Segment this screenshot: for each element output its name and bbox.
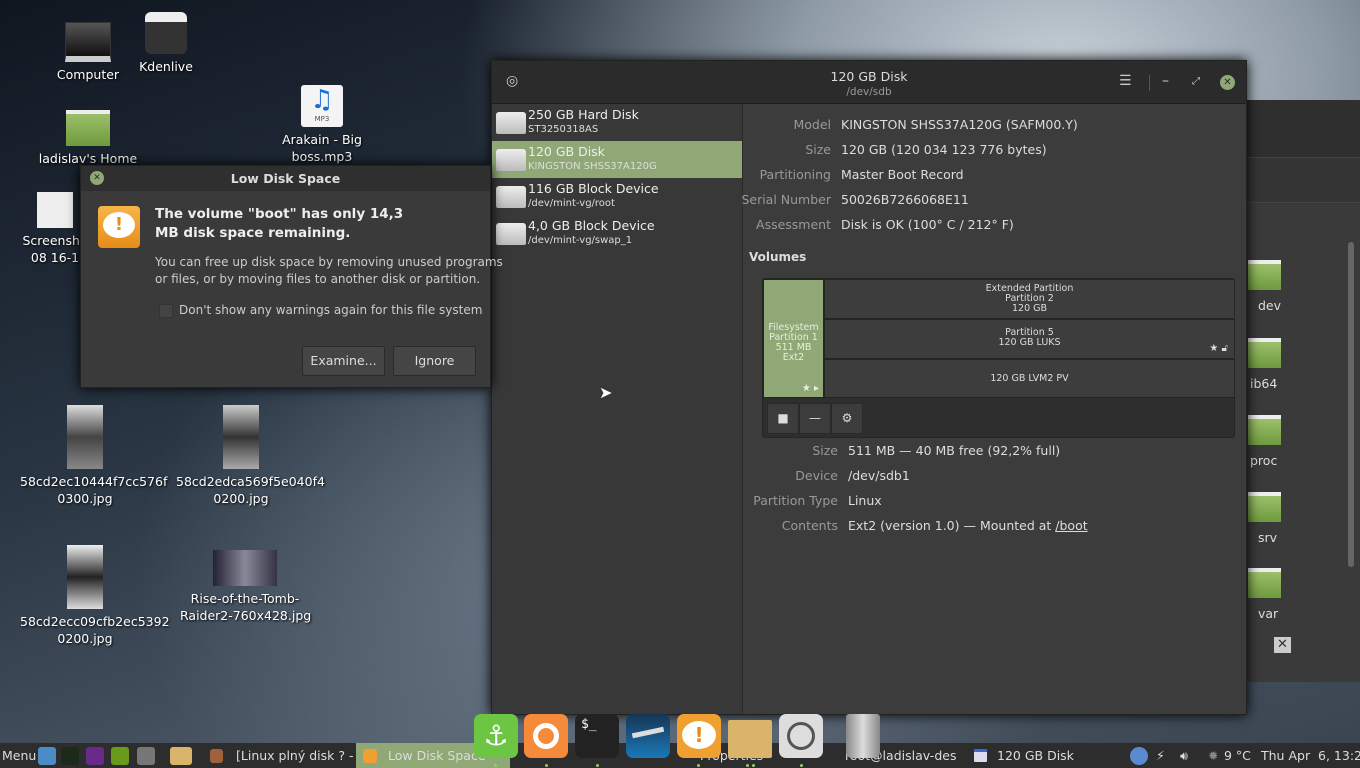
- disks-window[interactable]: ◎ 120 GB Disk /dev/sdb ☰ – ⤢ ✕ 250 GB Ha…: [491, 60, 1247, 715]
- screenshot-thumbnail: [37, 192, 73, 228]
- folder-label[interactable]: proc: [1250, 453, 1277, 468]
- firefox-icon[interactable]: [524, 714, 568, 758]
- partition-1[interactable]: Filesystem Partition 1 511 MB Ext2 ★ ▸: [763, 279, 824, 398]
- volumes-heading: Volumes: [749, 250, 807, 264]
- menu-icon[interactable]: ☰: [1119, 73, 1132, 89]
- browser-window-icon: [210, 749, 223, 763]
- home-folder-icon: [66, 110, 110, 146]
- files-launcher-icon[interactable]: [170, 747, 192, 765]
- scrollbar[interactable]: [1348, 242, 1354, 567]
- mp3-file-icon: ♫ MP3: [301, 85, 343, 127]
- dont-show-label[interactable]: Don't show any warnings again for this f…: [179, 303, 482, 317]
- mount-point-link[interactable]: /boot: [1055, 518, 1087, 533]
- volume-icon[interactable]: 🔊︎: [1180, 743, 1188, 768]
- image-thumbnail: [67, 405, 103, 469]
- window-title: 120 GB Disk: [830, 69, 908, 84]
- dialog-title: Low Disk Space: [230, 171, 341, 186]
- folder-icon[interactable]: [728, 720, 772, 758]
- archive-icon[interactable]: [137, 747, 155, 765]
- desktop-icon-mp3[interactable]: ♫ MP3 Arakain - Big boss.mp3: [257, 85, 387, 165]
- dialog-heading: The volume "boot" has only 14,3 MB disk …: [155, 206, 404, 241]
- folder-icon[interactable]: [1248, 338, 1281, 368]
- low-disk-space-dialog[interactable]: ✕ Low Disk Space ! The volume "boot" has …: [80, 165, 503, 388]
- disks-headerbar: ◎ 120 GB Disk /dev/sdb ☰ – ⤢ ✕: [492, 61, 1246, 104]
- warning-icon: !: [98, 206, 140, 248]
- star-icon: ★ ▸: [801, 383, 819, 394]
- device-item[interactable]: 250 GB Hard Disk ST3250318AS: [492, 104, 742, 141]
- block-device-icon: [496, 223, 526, 245]
- device-list[interactable]: 250 GB Hard Disk ST3250318AS 120 GB Disk K…: [492, 104, 743, 714]
- unmount-button[interactable]: ■: [767, 403, 799, 434]
- disks-app-icon[interactable]: [779, 714, 823, 758]
- folder-label[interactable]: var: [1258, 606, 1278, 621]
- window-subtitle: /dev/sdb: [846, 86, 892, 98]
- image-thumbnail: [223, 405, 259, 469]
- weather-icon[interactable]: ✹: [1208, 743, 1218, 768]
- update-manager-icon[interactable]: [111, 747, 129, 765]
- warning-icon: [363, 749, 377, 763]
- cursor-pointer: ➤: [599, 383, 613, 402]
- shield-icon[interactable]: [1130, 747, 1148, 765]
- device-item[interactable]: 4,0 GB Block Device/dev/mint-vg/swap_1: [492, 215, 742, 252]
- clapperboard-icon: [145, 12, 187, 54]
- file-manager-toolbar: [1246, 158, 1360, 203]
- device-item-selected[interactable]: 120 GB Disk KINGSTON SHSS37A120G: [492, 141, 742, 178]
- download-icon[interactable]: [38, 747, 56, 765]
- folder-label[interactable]: ib64: [1250, 376, 1277, 391]
- disks-window-icon: [974, 749, 987, 762]
- hard-disk-icon: [496, 112, 526, 134]
- taskbar-item-browser[interactable]: [Linux plný disk ? -...: [236, 743, 354, 768]
- trash-icon[interactable]: [846, 714, 880, 758]
- volumes-map[interactable]: Filesystem Partition 1 511 MB Ext2 ★ ▸ Exte…: [762, 278, 1235, 438]
- close-icon[interactable]: ✕: [1274, 637, 1291, 653]
- device-item[interactable]: 116 GB Block Device/dev/mint-vg/root: [492, 178, 742, 215]
- menu-button[interactable]: Menu: [2, 743, 36, 768]
- taskbar-item-disks[interactable]: 120 GB Disk: [997, 743, 1074, 768]
- folder-label[interactable]: srv: [1258, 530, 1277, 545]
- lvm-volume[interactable]: 120 GB LVM2 PV: [824, 359, 1235, 398]
- delete-partition-button[interactable]: —: [799, 403, 831, 434]
- dialog-body: You can free up disk space by removing u…: [155, 255, 503, 286]
- maximize-button[interactable]: ⤢: [1192, 76, 1200, 87]
- desktop-icon-image[interactable]: 58cd2ecc09cfb2ec5392 0200.jpg: [20, 545, 170, 647]
- network-icon[interactable]: ⚡︎: [1156, 743, 1165, 768]
- terminal-icon[interactable]: $_: [575, 714, 619, 758]
- image-thumbnail: [67, 545, 103, 609]
- settings-gear-button[interactable]: ⚙: [831, 403, 863, 434]
- folder-icon[interactable]: [1248, 415, 1281, 445]
- terminal-launcher-icon[interactable]: [86, 747, 104, 765]
- hard-disk-icon: [496, 149, 526, 171]
- close-button[interactable]: ✕: [90, 171, 104, 185]
- desktop-icon-image[interactable]: 58cd2edca569f5e040f4 0200.jpg: [176, 405, 325, 507]
- low-disk-warning-icon[interactable]: !: [677, 714, 721, 758]
- folder-icon[interactable]: [1248, 492, 1281, 522]
- folder-icon[interactable]: [1248, 568, 1281, 598]
- desktop-icon-image[interactable]: 58cd2ec10444f7cc576f 0300.jpg: [20, 405, 167, 507]
- steam-icon[interactable]: [626, 714, 670, 758]
- desktop-icon-image[interactable]: Rise-of-the-Tomb- Raider2-760x428.jpg: [180, 550, 311, 624]
- unlocked-icon: ★ 🔓︎: [1209, 343, 1228, 354]
- partition-5[interactable]: Partition 5 120 GB LUKS ★ 🔓︎: [824, 319, 1235, 359]
- folder-label[interactable]: dev: [1258, 298, 1281, 313]
- close-button[interactable]: ✕: [1220, 75, 1235, 90]
- extended-partition[interactable]: Extended Partition Partition 2 120 GB: [824, 279, 1235, 319]
- block-device-icon: [496, 186, 526, 208]
- file-manager-window[interactable]: dev ib64 proc srv var ✕: [1245, 100, 1360, 682]
- ignore-button[interactable]: Ignore: [393, 346, 476, 376]
- temperature[interactable]: 9 °C: [1224, 743, 1251, 768]
- desktop-icon-kdenlive[interactable]: Kdenlive: [101, 12, 231, 75]
- image-thumbnail: [213, 550, 277, 586]
- desktop-icon-home[interactable]: ladislav's Home: [23, 110, 153, 167]
- clock[interactable]: Thu Apr 6, 13:25: [1261, 743, 1360, 768]
- file-manager-header: [1246, 100, 1360, 158]
- minimize-button[interactable]: –: [1162, 73, 1169, 89]
- dont-show-checkbox[interactable]: [159, 304, 173, 318]
- system-monitor-icon[interactable]: [61, 747, 79, 765]
- anchor-app-icon[interactable]: ⚓︎: [474, 714, 518, 758]
- folder-icon[interactable]: [1248, 260, 1281, 290]
- examine-button[interactable]: Examine...: [302, 346, 385, 376]
